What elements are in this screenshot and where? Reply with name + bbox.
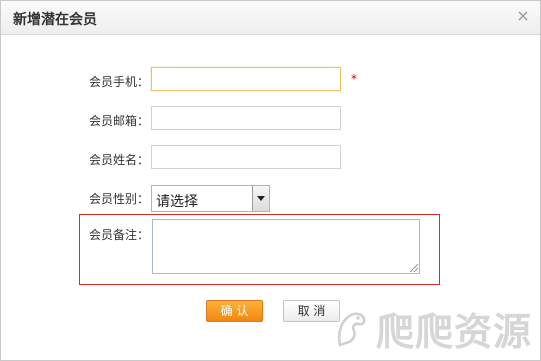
name-label: 会员姓名：	[89, 153, 150, 167]
note-textarea[interactable]	[152, 219, 420, 274]
watermark-logo-icon	[338, 312, 366, 347]
dialog-title: 新增潜在会员	[13, 12, 97, 28]
gender-select[interactable]: 请选择	[151, 185, 270, 212]
dialog-titlebar: 新增潜在会员 ×	[1, 1, 540, 35]
dropdown-arrow-icon[interactable]	[252, 186, 269, 211]
resize-handle-icon[interactable]	[410, 264, 418, 272]
close-icon[interactable]: ×	[514, 7, 532, 25]
watermark: 爬爬资源	[334, 301, 532, 356]
cancel-button[interactable]: 取 消	[283, 300, 340, 322]
phone-input[interactable]	[151, 67, 341, 91]
add-potential-member-dialog: 新增潜在会员 × 会员手机： * 会员邮箱： 会员姓名： 会员性别： 请选择 会…	[0, 0, 541, 361]
required-mark: *	[351, 72, 357, 86]
phone-label: 会员手机：	[89, 75, 150, 89]
note-label: 会员备注：	[89, 228, 150, 242]
email-input[interactable]	[151, 106, 341, 130]
watermark-text: 爬爬资源	[375, 310, 532, 354]
gender-label: 会员性别：	[89, 192, 150, 206]
email-label: 会员邮箱：	[89, 114, 150, 128]
confirm-button[interactable]: 确 认	[206, 300, 263, 322]
gender-selected-value: 请选择	[156, 194, 198, 210]
name-input[interactable]	[151, 145, 341, 169]
